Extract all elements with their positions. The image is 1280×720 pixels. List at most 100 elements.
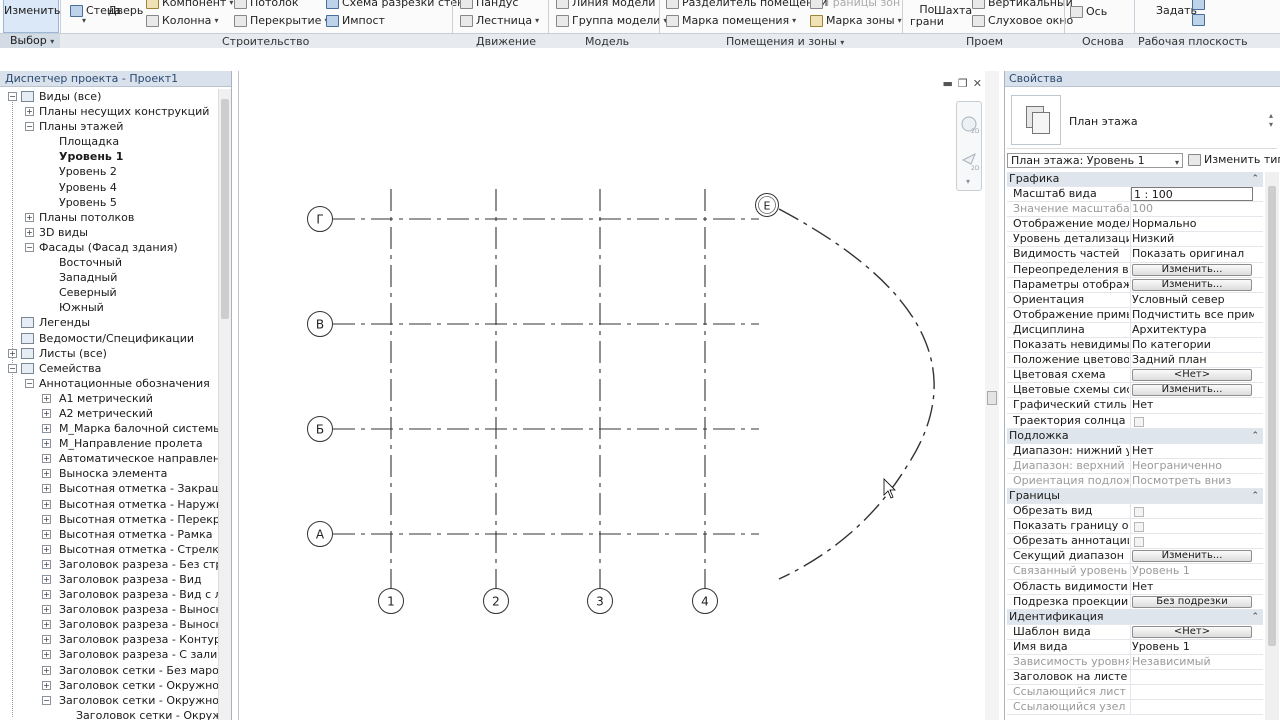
door-button[interactable]: Дверь xyxy=(108,4,143,17)
set-workplane-button[interactable]: Задать xyxy=(1156,4,1197,17)
collapse-icon[interactable]: − xyxy=(8,363,17,373)
model-line-button[interactable]: Линия модели xyxy=(556,0,655,9)
property-edit-button[interactable]: Изменить... xyxy=(1132,384,1252,397)
tree-item[interactable]: + Заголовок разреза - Без стрелок xyxy=(0,557,218,572)
expand-icon[interactable]: + xyxy=(42,469,51,479)
property-value[interactable]: Нет xyxy=(1132,580,1254,594)
canvas-scrollbar[interactable] xyxy=(985,71,999,720)
select-dropdown[interactable]: Выбор ▾ xyxy=(0,34,60,48)
expand-icon[interactable]: + xyxy=(8,348,17,358)
panel-label-rooms[interactable]: Помещения и зоны ▾ xyxy=(726,35,844,48)
property-edit-button[interactable]: Изменить... xyxy=(1132,263,1252,276)
tree-item[interactable]: + Выноска элемента xyxy=(0,466,218,481)
zone-boundary-button[interactable]: Границы зон xyxy=(810,0,900,9)
collapse-icon[interactable]: − xyxy=(25,122,34,132)
vertical-opening-button[interactable]: Вертикальный xyxy=(972,0,1073,9)
property-checkbox[interactable] xyxy=(1134,537,1144,548)
property-value[interactable]: Нормально xyxy=(1132,217,1254,231)
property-edit-button[interactable]: Изменить... xyxy=(1132,278,1252,291)
expand-icon[interactable]: + xyxy=(42,620,51,630)
tree-item[interactable]: + Заголовок сетки - Без марок оси xyxy=(0,663,218,678)
collapse-icon[interactable]: − xyxy=(42,695,51,705)
tree-item[interactable]: + М_Направление пролета xyxy=(0,436,218,451)
stair-button[interactable]: Лестница ▾ xyxy=(460,14,539,27)
property-value[interactable]: Уровень 1 xyxy=(1132,640,1254,654)
property-checkbox[interactable] xyxy=(1134,522,1144,533)
tree-item[interactable]: + Высотная отметка - Стрелка xyxy=(0,542,218,557)
expand-icon[interactable]: + xyxy=(42,529,51,539)
property-value[interactable]: Нет xyxy=(1132,398,1254,412)
property-edit-button[interactable]: Изменить... xyxy=(1132,550,1252,563)
tree-item[interactable]: Легенды xyxy=(0,315,218,330)
expand-icon[interactable]: + xyxy=(42,454,51,464)
tree-item[interactable]: + Заголовок разреза - Контурная xyxy=(0,632,218,647)
tree-item[interactable]: Уровень 5 xyxy=(0,195,218,210)
tree-item[interactable]: + Высотная отметка - Закрашенное xyxy=(0,481,218,496)
tree-item[interactable]: + Заголовок разреза - Вид с листом xyxy=(0,587,218,602)
expand-icon[interactable]: + xyxy=(25,212,34,222)
property-value[interactable]: Задний план xyxy=(1132,353,1254,367)
tree-item[interactable]: + А1 метрический xyxy=(0,391,218,406)
collapse-icon[interactable]: ⌃ xyxy=(1251,489,1259,503)
component-button[interactable]: Компонент ▾ xyxy=(146,0,233,9)
property-input[interactable]: 1 : 100 xyxy=(1131,187,1253,202)
tree-item[interactable]: Восточный xyxy=(0,255,218,270)
property-value[interactable]: По категории xyxy=(1132,338,1254,352)
tree-item[interactable]: + Заголовок разреза - С заливкой xyxy=(0,647,218,662)
tree-item[interactable]: − Аннотационные обозначения xyxy=(0,376,218,391)
expand-icon[interactable]: + xyxy=(42,393,51,403)
ref-plane-button[interactable] xyxy=(1192,14,1205,26)
floor-button[interactable]: Перекрытие▾ xyxy=(234,14,328,27)
modify-button[interactable]: Изменить xyxy=(3,0,60,33)
tree-item[interactable]: + Заголовок разреза - Выносной эл xyxy=(0,617,218,632)
model-group-button[interactable]: Группа модели▾ xyxy=(556,14,667,27)
collapse-icon[interactable]: − xyxy=(25,378,34,388)
property-value[interactable]: Показать оригинал xyxy=(1132,247,1254,261)
tree-item[interactable]: − Фасады (Фасад здания) xyxy=(0,240,218,255)
room-tag-button[interactable]: Марка помещения ▾ xyxy=(666,14,796,27)
expand-icon[interactable]: + xyxy=(42,605,51,615)
expand-icon[interactable]: + xyxy=(42,635,51,645)
collapse-icon[interactable]: ⌃ xyxy=(1251,172,1259,186)
collapse-icon[interactable]: ⌃ xyxy=(1251,610,1259,624)
property-edit-button[interactable]: <Нет> xyxy=(1132,625,1252,638)
property-value[interactable]: Низкий xyxy=(1132,232,1254,246)
tree-item[interactable]: + А2 метрический xyxy=(0,406,218,421)
tree-item[interactable]: + Автоматическое направление вве xyxy=(0,451,218,466)
tree-item[interactable]: + Листы (все) xyxy=(0,346,218,361)
wall-dropdown[interactable]: ▾ xyxy=(82,16,86,25)
tree-item[interactable]: Западный xyxy=(0,270,218,285)
property-section-header[interactable]: Границы ⌃ xyxy=(1007,488,1263,505)
expand-icon[interactable]: + xyxy=(42,575,51,584)
tree-item[interactable]: Уровень 1 xyxy=(0,149,218,164)
tree-item[interactable]: Ведомости/Спецификации xyxy=(0,331,218,346)
chevron-down-icon[interactable]: ▴ ▾ xyxy=(1269,111,1273,129)
tree-item[interactable]: + Заголовок разреза - Вид xyxy=(0,572,218,587)
tree-item[interactable]: −Заголовок сетки - Окружность 5 м xyxy=(0,693,218,708)
property-value[interactable]: Нет xyxy=(1132,444,1254,458)
ramp-button[interactable]: Пандус xyxy=(460,0,518,9)
expand-icon[interactable]: + xyxy=(42,439,51,449)
zone-tag-button[interactable]: Марка зоны ▾ xyxy=(810,14,902,27)
tree-item[interactable]: − Планы этажей xyxy=(0,119,218,134)
expand-icon[interactable]: + xyxy=(42,408,51,418)
expand-icon[interactable]: + xyxy=(42,484,51,494)
property-edit-button[interactable]: Без подрезки xyxy=(1132,595,1252,608)
edit-type-button[interactable]: Изменить тип xyxy=(1188,153,1280,166)
chevron-down-icon[interactable]: ▾ xyxy=(966,177,970,186)
restore-icon[interactable]: ❐ xyxy=(958,77,968,90)
tree-item[interactable]: + Высотная отметка - Наружная, с з xyxy=(0,497,218,512)
property-value[interactable]: Условный север xyxy=(1132,293,1254,307)
expand-icon[interactable]: + xyxy=(42,499,51,509)
expand-icon[interactable]: + xyxy=(42,590,51,600)
expand-icon[interactable]: + xyxy=(42,559,51,569)
expand-icon[interactable]: + xyxy=(25,227,34,237)
properties-scrollbar[interactable] xyxy=(1265,172,1279,720)
property-checkbox[interactable] xyxy=(1134,507,1144,518)
property-edit-button[interactable]: <Нет> xyxy=(1132,369,1252,382)
expand-icon[interactable]: + xyxy=(42,665,51,675)
browser-scrollbar[interactable] xyxy=(218,89,231,720)
show-workplane-button[interactable] xyxy=(1192,0,1205,10)
property-section-header[interactable]: Идентификация ⌃ xyxy=(1007,609,1263,625)
curtain-schema-button[interactable]: Схема разрезки стены xyxy=(326,0,473,9)
